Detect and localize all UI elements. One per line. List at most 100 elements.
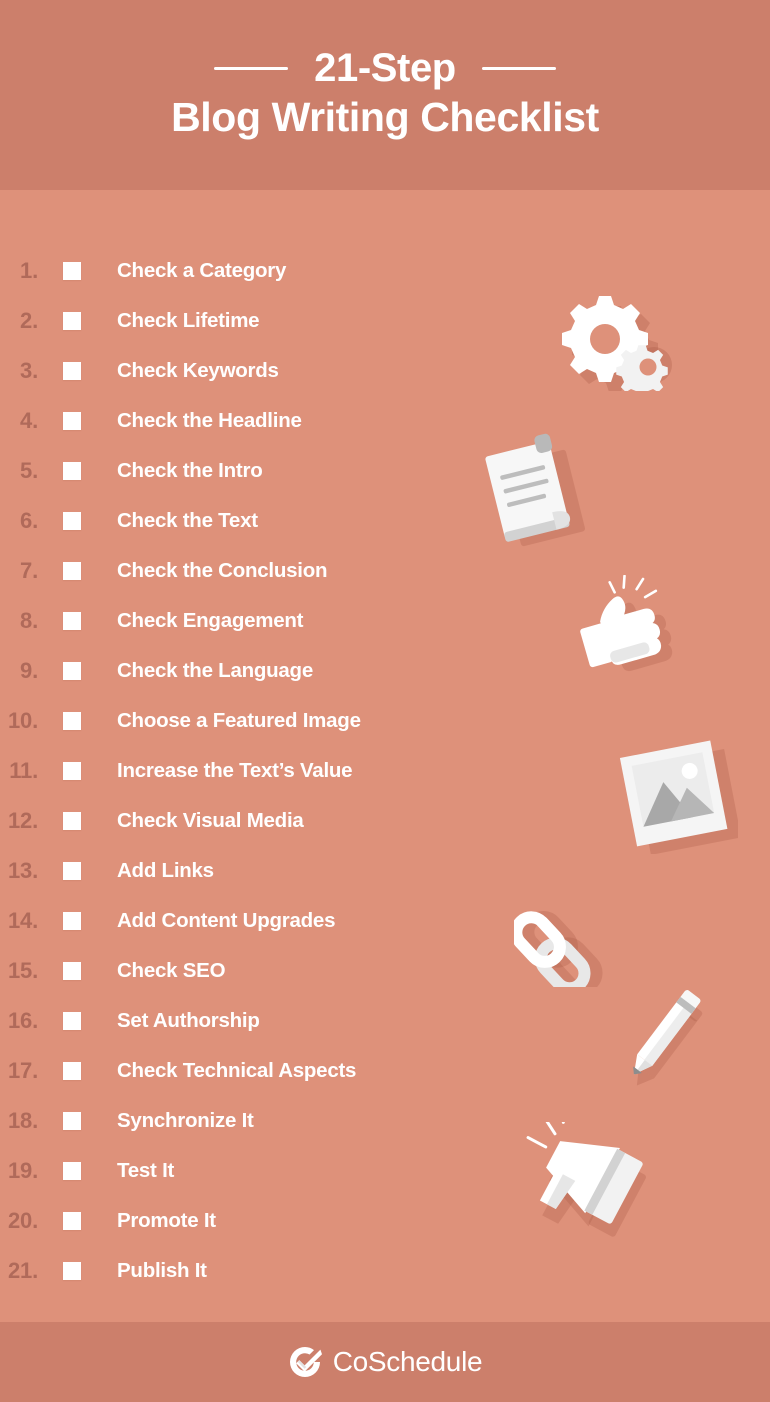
checklist-row[interactable]: 6. Check the Text [0, 496, 470, 546]
item-number: 1. [20, 258, 38, 283]
checkbox[interactable] [63, 1162, 81, 1180]
checklist-row[interactable]: 3. Check Keywords [0, 346, 470, 396]
item-number: 11. [9, 758, 38, 783]
checkbox[interactable] [63, 662, 81, 680]
checkbox[interactable] [63, 562, 81, 580]
item-label: Check a Category [117, 259, 287, 282]
infographic-poster: 21-Step Blog Writing Checklist 1. Check … [0, 0, 770, 1402]
item-number: 14. [8, 908, 38, 933]
header-banner: 21-Step Blog Writing Checklist [0, 0, 770, 190]
item-number: 19. [8, 1158, 38, 1183]
page-title-top: 21-Step [314, 46, 456, 91]
item-number: 21. [8, 1258, 38, 1283]
checkbox[interactable] [63, 1262, 81, 1280]
item-label: Check Visual Media [117, 809, 304, 832]
checklist-row[interactable]: 11. Increase the Text’s Value [0, 746, 470, 796]
left-rule-divider [214, 66, 289, 70]
checkbox[interactable] [63, 312, 81, 330]
item-label: Publish It [117, 1259, 207, 1282]
item-number: 12. [8, 808, 38, 833]
checkbox[interactable] [63, 962, 81, 980]
item-number: 7. [20, 558, 38, 583]
item-label: Increase the Text’s Value [117, 759, 353, 782]
checklist-row[interactable]: 2. Check Lifetime [0, 296, 470, 346]
pencil-icon [633, 990, 703, 1086]
checkbox[interactable] [63, 712, 81, 730]
checkbox[interactable] [63, 1012, 81, 1030]
checkbox[interactable] [63, 862, 81, 880]
checkbox[interactable] [63, 762, 81, 780]
item-number: 6. [20, 508, 38, 533]
checklist: 1. Check a Category 2. Check Lifetime 3.… [0, 246, 470, 1296]
gears-icon [562, 296, 672, 391]
item-number: 2. [20, 308, 38, 333]
item-number: 15. [8, 958, 38, 983]
checklist-row[interactable]: 15. Check SEO [0, 946, 470, 996]
checkbox[interactable] [63, 512, 81, 530]
item-number: 9. [20, 658, 38, 683]
checklist-row[interactable]: 12. Check Visual Media [0, 796, 470, 846]
item-label: Synchronize It [117, 1109, 254, 1132]
checklist-row[interactable]: 18. Synchronize It [0, 1096, 470, 1146]
item-number: 18. [8, 1108, 38, 1133]
checkbox[interactable] [63, 1062, 81, 1080]
checklist-row[interactable]: 9. Check the Language [0, 646, 470, 696]
item-label: Check the Conclusion [117, 559, 328, 582]
checklist-row[interactable]: 14. Add Content Upgrades [0, 896, 470, 946]
item-number: 4. [20, 408, 38, 433]
checkbox[interactable] [63, 812, 81, 830]
title-top-row: 21-Step [214, 47, 556, 89]
checklist-row[interactable]: 19. Test It [0, 1146, 470, 1196]
checkbox[interactable] [63, 412, 81, 430]
checklist-row[interactable]: 10. Choose a Featured Image [0, 696, 470, 746]
item-label: Add Content Upgrades [117, 909, 336, 932]
item-label: Choose a Featured Image [117, 709, 361, 732]
item-label: Set Authorship [117, 1009, 260, 1032]
item-label: Test It [117, 1159, 175, 1182]
item-label: Check Keywords [117, 359, 279, 382]
right-rule-divider [481, 66, 556, 70]
check-circle-icon [289, 1347, 322, 1377]
checklist-row[interactable]: 4. Check the Headline [0, 396, 470, 446]
item-label: Check Engagement [117, 609, 304, 632]
item-number: 20. [8, 1208, 38, 1233]
document-icon [485, 433, 585, 547]
checklist-row[interactable]: 16. Set Authorship [0, 996, 470, 1046]
checklist-row[interactable]: 20. Promote It [0, 1196, 470, 1246]
checkbox[interactable] [63, 262, 81, 280]
item-number: 8. [20, 608, 38, 633]
checkbox[interactable] [63, 912, 81, 930]
item-label: Check the Headline [117, 409, 302, 432]
checkbox[interactable] [63, 1112, 81, 1130]
brand-name: CoSchedule [332, 1346, 483, 1377]
item-number: 3. [20, 358, 38, 383]
item-label: Add Links [117, 859, 214, 882]
item-label: Check the Language [117, 659, 313, 682]
chain-link-icon [514, 911, 603, 987]
thumbs-up-icon [580, 575, 673, 672]
page-title-bottom: Blog Writing Checklist [171, 94, 599, 141]
item-label: Check Technical Aspects [117, 1059, 357, 1082]
item-number: 17. [8, 1058, 38, 1083]
checklist-row[interactable]: 8. Check Engagement [0, 596, 470, 646]
checkbox[interactable] [63, 612, 81, 630]
checklist-row[interactable]: 1. Check a Category [0, 246, 470, 296]
item-number: 10. [8, 708, 38, 733]
item-number: 16. [8, 1008, 38, 1033]
item-number: 5. [20, 458, 38, 483]
item-label: Check SEO [117, 959, 226, 982]
checkbox[interactable] [63, 1212, 81, 1230]
item-label: Check the Intro [117, 459, 263, 482]
checklist-row[interactable]: 21. Publish It [0, 1246, 470, 1296]
megaphone-icon [526, 1122, 646, 1237]
checklist-row[interactable]: 7. Check the Conclusion [0, 546, 470, 596]
checklist-row[interactable]: 17. Check Technical Aspects [0, 1046, 470, 1096]
checkbox[interactable] [63, 462, 81, 480]
item-label: Check the Text [117, 509, 258, 532]
checklist-row[interactable]: 13. Add Links [0, 846, 470, 896]
item-label: Check Lifetime [117, 309, 260, 332]
photo-icon [619, 740, 738, 854]
checkbox[interactable] [63, 362, 81, 380]
checklist-row[interactable]: 5. Check the Intro [0, 446, 470, 496]
item-number: 13. [8, 858, 38, 883]
